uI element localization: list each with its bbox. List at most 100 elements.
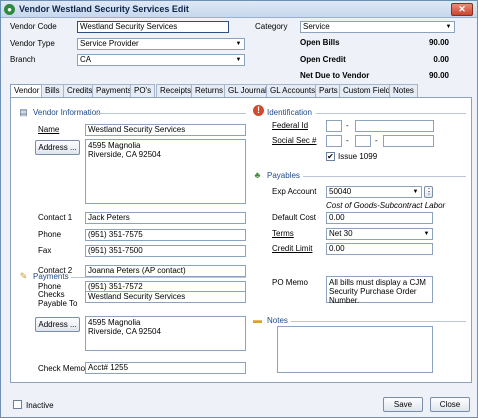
tab-bills[interactable]: Bills — [41, 84, 64, 97]
red-alert-icon: ! — [253, 105, 264, 116]
payments-section-title: Payments — [33, 272, 69, 281]
close-window-button[interactable]: ✕ — [451, 3, 473, 16]
section-divider — [71, 277, 246, 278]
section-divider — [316, 113, 466, 114]
section-divider — [96, 113, 246, 114]
vendor-edit-window: ● Vendor Westland Security Services Edit… — [0, 0, 478, 418]
checks-payable-input[interactable]: Westland Security Services — [85, 291, 246, 303]
open-bills-label: Open Bills — [300, 38, 340, 47]
social-sec-label: Social Sec # — [272, 136, 317, 145]
note-icon: ▬ — [253, 315, 262, 325]
check-memo-label: Check Memo — [38, 364, 86, 373]
tab-strip: Vendor Bills Credits Payments PO's Recei… — [10, 84, 472, 98]
exp-account-label: Exp Account — [272, 187, 317, 196]
close-button[interactable]: Close — [430, 397, 470, 412]
check-memo-input[interactable]: Acct# 1255 — [85, 362, 246, 374]
vendor-info-section-title: Vendor Information — [33, 108, 101, 117]
tab-parts[interactable]: Parts — [315, 84, 342, 97]
open-credit-value: 0.00 — [433, 55, 449, 64]
tab-receipts[interactable]: Receipts — [156, 84, 196, 97]
name-label: Name — [38, 125, 60, 134]
chevron-down-icon: ▼ — [235, 41, 242, 47]
chevron-down-icon: ▼ — [412, 189, 419, 195]
phone-input[interactable]: (951) 351-7575 — [85, 229, 246, 241]
notes-box[interactable] — [277, 326, 433, 373]
tab-pos[interactable]: PO's — [130, 84, 156, 97]
vendor-type-select[interactable]: Service Provider ▼ — [77, 38, 245, 50]
federal-id-label: Federal Id — [272, 121, 309, 130]
contact1-label: Contact 1 — [38, 213, 73, 222]
federal-id-dash: - — [346, 121, 349, 130]
po-memo-label: PO Memo — [272, 278, 309, 287]
default-cost-input[interactable]: 0.00 — [326, 212, 433, 224]
issue-1099-checkbox[interactable]: ✔ — [326, 152, 335, 161]
inactive-checkbox[interactable] — [13, 400, 22, 409]
checks-payable-label-1: Checks — [38, 290, 65, 299]
chevron-down-icon: ▼ — [445, 24, 452, 30]
pencil-icon: ✎ — [19, 271, 28, 281]
contact1-input[interactable]: Jack Peters — [85, 212, 246, 224]
federal-id-part1[interactable] — [326, 120, 342, 132]
money-icon: ♣ — [254, 170, 261, 180]
vendor-type-label: Vendor Type — [10, 39, 55, 48]
tab-returns[interactable]: Returns — [191, 84, 228, 97]
tab-gl-journal[interactable]: GL Journal — [224, 84, 271, 97]
ssn-dash-1: - — [346, 136, 349, 145]
tab-notes[interactable]: Notes — [389, 84, 418, 97]
phone-label: Phone — [38, 230, 62, 239]
fax-input[interactable]: (951) 351-7500 — [85, 245, 246, 257]
credit-limit-input[interactable]: 0.00 — [326, 243, 433, 255]
default-cost-label: Default Cost — [272, 213, 317, 222]
credit-limit-label: Credit Limit — [272, 244, 313, 253]
ssn-dash-2: - — [375, 136, 378, 145]
category-select[interactable]: Service ▼ — [300, 21, 455, 33]
vendor-type-value: Service Provider — [80, 39, 139, 48]
notes-section-title: Notes — [267, 316, 288, 325]
save-button[interactable]: Save — [383, 397, 423, 412]
checks-payable-label-2: Payable To — [38, 299, 78, 308]
vendor-code-input[interactable]: Westland Security Services — [77, 21, 229, 33]
exp-account-description: Cost of Goods-Subcontract Labor — [326, 201, 446, 210]
payment-address-button[interactable]: Address ... — [35, 317, 80, 332]
vendor-card-icon: ▤ — [19, 107, 28, 117]
po-memo-box[interactable]: All bills must display a CJM Security Pu… — [326, 276, 433, 305]
window-title: Vendor Westland Security Services Edit — [19, 4, 189, 14]
terms-label: Terms — [272, 229, 294, 238]
open-bills-value: 90.00 — [428, 38, 449, 47]
inactive-label: Inactive — [26, 401, 54, 410]
name-input[interactable]: Westland Security Services — [85, 124, 246, 136]
chevron-down-icon: ▼ — [235, 57, 242, 63]
ssn-part3[interactable] — [383, 135, 434, 147]
exp-account-lookup-button[interactable]: ⋮ — [424, 186, 433, 198]
net-due-label: Net Due to Vendor — [300, 71, 370, 80]
category-label: Category — [255, 22, 288, 31]
vendor-address-button[interactable]: Address ... — [35, 140, 80, 155]
fax-label: Fax — [38, 246, 52, 255]
ssn-part2[interactable] — [355, 135, 371, 147]
section-divider — [291, 321, 466, 322]
category-value: Service — [303, 22, 330, 31]
payment-address-box[interactable]: 4595 Magnolia Riverside, CA 92504 — [85, 316, 246, 351]
chevron-down-icon: ▼ — [423, 231, 430, 237]
net-due-value: 90.00 — [428, 71, 449, 80]
branch-value: CA — [80, 55, 92, 64]
exp-account-select[interactable]: 50040 ▼ — [326, 186, 422, 198]
branch-label: Branch — [10, 55, 36, 64]
branch-select[interactable]: CA ▼ — [77, 54, 245, 66]
contact2-input[interactable]: Joanna Peters (AP contact) — [85, 265, 246, 277]
payables-section-title: Payables — [267, 171, 300, 180]
exp-account-value: 50040 — [329, 187, 352, 196]
ssn-part1[interactable] — [326, 135, 342, 147]
tab-vendor[interactable]: Vendor — [10, 84, 44, 98]
app-icon: ● — [4, 4, 15, 15]
terms-value: Net 30 — [329, 229, 353, 238]
tab-gl-accounts[interactable]: GL Accounts — [266, 84, 320, 97]
terms-select[interactable]: Net 30 ▼ — [326, 228, 433, 240]
identification-section-title: Identification — [267, 108, 312, 117]
vendor-code-label: Vendor Code — [10, 22, 57, 31]
title-bar: ● Vendor Westland Security Services Edit… — [1, 1, 477, 18]
open-credit-label: Open Credit — [300, 55, 346, 64]
vendor-address-box[interactable]: 4595 Magnolia Riverside, CA 92504 — [85, 139, 246, 204]
federal-id-part2[interactable] — [355, 120, 434, 132]
issue-1099-label: Issue 1099 — [338, 152, 378, 161]
